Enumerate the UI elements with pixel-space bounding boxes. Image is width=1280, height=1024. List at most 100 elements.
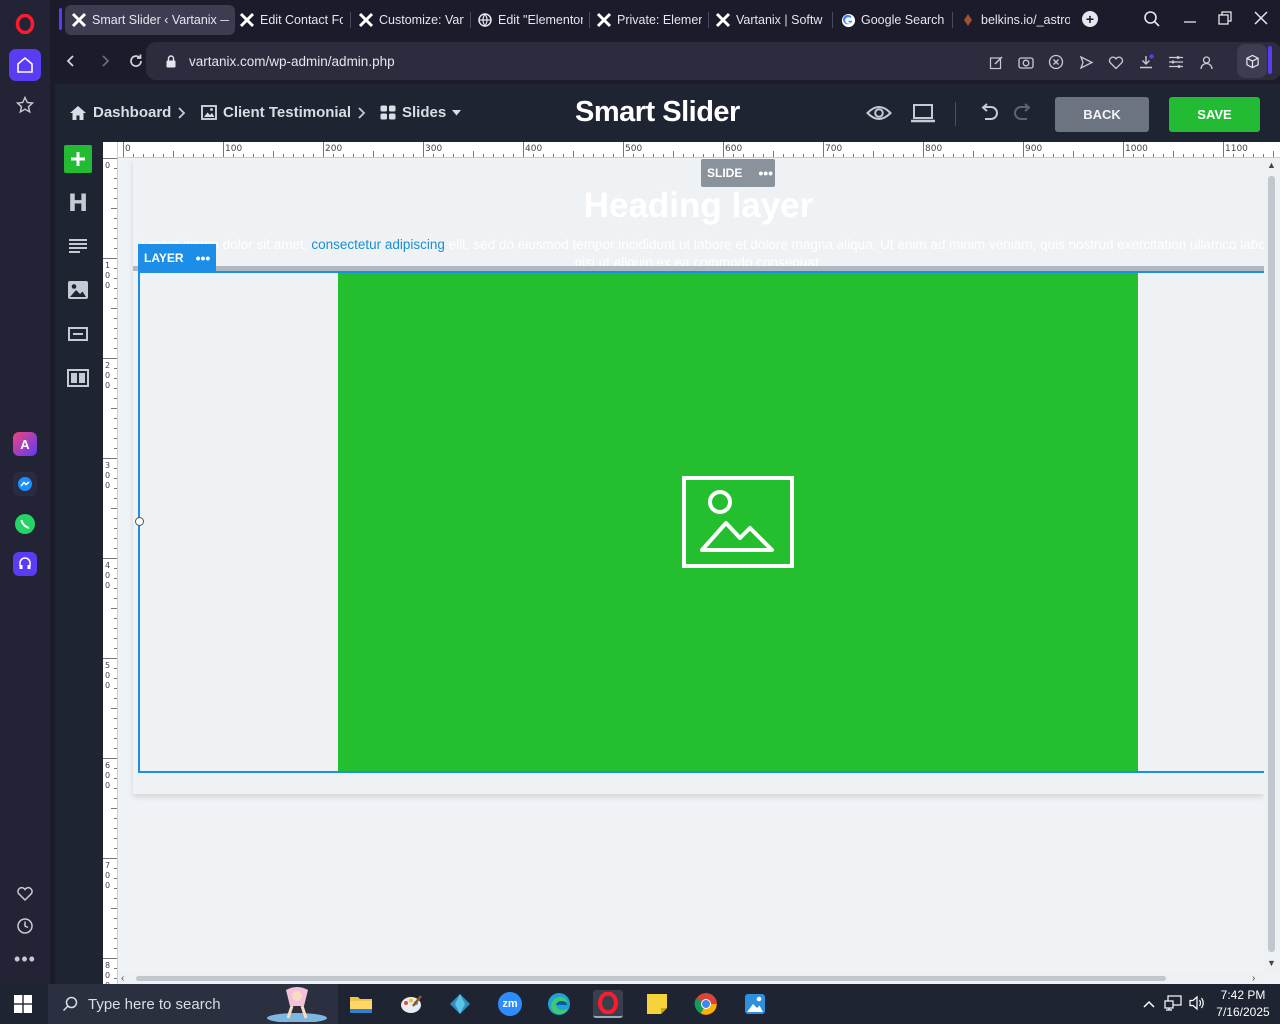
taskbar-clock[interactable]: 7:42 PM 7/16/2025 bbox=[1212, 987, 1274, 1021]
camera-icon[interactable] bbox=[1016, 52, 1036, 72]
scroll-right-arrow-icon[interactable]: › bbox=[1252, 973, 1255, 984]
back-button[interactable]: BACK bbox=[1055, 97, 1149, 132]
ruler-minor-tick bbox=[1243, 154, 1244, 157]
heading-layer[interactable]: Heading layer bbox=[133, 186, 1264, 226]
layer-badge[interactable]: LAYER ••• bbox=[138, 244, 216, 271]
ruler-minor-tick bbox=[543, 154, 544, 157]
sticky-notes-icon[interactable] bbox=[642, 990, 672, 1018]
tab-smart-slider[interactable]: Smart Slider ‹ Vartanix — WordPress bbox=[65, 5, 235, 35]
breadcrumb-dashboard[interactable]: Dashboard bbox=[69, 104, 171, 121]
taskbar-search[interactable]: Type here to search bbox=[48, 984, 338, 1024]
edit-icon[interactable] bbox=[986, 52, 1006, 72]
text-layer-icon[interactable] bbox=[64, 232, 92, 260]
columns-layer-icon[interactable] bbox=[64, 364, 92, 392]
image-layer-icon[interactable] bbox=[64, 276, 92, 304]
app-diamond-icon[interactable] bbox=[445, 990, 475, 1018]
paragraph-link[interactable]: consectetur adipiscing bbox=[311, 237, 445, 252]
scroll-up-arrow-icon[interactable]: ▲ bbox=[1267, 160, 1276, 170]
device-laptop-icon[interactable] bbox=[910, 100, 936, 126]
profile-icon[interactable] bbox=[1196, 52, 1216, 72]
ruler-minor-tick bbox=[1233, 154, 1234, 157]
redo-icon[interactable] bbox=[1010, 100, 1036, 126]
star-icon[interactable] bbox=[9, 89, 41, 121]
tab-search-icon[interactable] bbox=[1143, 10, 1163, 30]
ruler-major-tick bbox=[823, 142, 824, 157]
windows-start-icon[interactable] bbox=[14, 995, 32, 1018]
ruler-minor-tick bbox=[233, 154, 234, 157]
vertical-scroll-thumb[interactable] bbox=[1268, 176, 1275, 952]
ruler-minor-tick bbox=[114, 518, 117, 519]
tab-belkins[interactable]: belkins.io/_astro/ bbox=[954, 5, 1076, 35]
opera-taskbar-icon[interactable] bbox=[593, 990, 623, 1018]
ruler-minor-tick bbox=[1073, 151, 1074, 157]
lock-icon[interactable] bbox=[165, 55, 177, 73]
tab-edit-elementor[interactable]: Edit "Elementor Page" bbox=[471, 5, 589, 35]
aria-icon[interactable]: A bbox=[9, 428, 41, 460]
volume-icon[interactable] bbox=[1188, 995, 1206, 1016]
tab-google-search[interactable]: Google Search bbox=[834, 5, 952, 35]
paragraph-layer[interactable]: Lorem ipsum dolor sit amet, consectetur … bbox=[141, 235, 1271, 255]
preview-eye-icon[interactable] bbox=[866, 100, 892, 126]
slide-badge[interactable]: SLIDE ••• bbox=[701, 159, 775, 187]
undo-icon[interactable] bbox=[976, 100, 1002, 126]
scroll-down-arrow-icon[interactable]: ▼ bbox=[1267, 958, 1276, 968]
reload-icon[interactable] bbox=[125, 50, 147, 72]
vartanix-icon bbox=[715, 12, 731, 28]
tab-private-elementor[interactable]: Private: Elementor bbox=[590, 5, 708, 35]
tab-vartanix-software[interactable]: Vartanix | Software bbox=[709, 5, 829, 35]
restore-icon[interactable] bbox=[1217, 10, 1237, 30]
selected-row-layer[interactable] bbox=[135, 271, 1269, 773]
heart-icon[interactable] bbox=[9, 878, 41, 910]
adblock-icon[interactable] bbox=[1046, 52, 1066, 72]
slide-options-dots-icon[interactable]: ••• bbox=[758, 165, 773, 181]
breadcrumb-slides-dropdown[interactable]: Slides bbox=[380, 104, 462, 121]
scroll-left-arrow-icon[interactable]: ‹ bbox=[121, 973, 124, 984]
close-window-icon[interactable] bbox=[1253, 10, 1273, 30]
edge-browser-icon[interactable] bbox=[544, 990, 574, 1018]
vertical-scrollbar[interactable]: ▲ ▼ bbox=[1264, 158, 1280, 973]
ruler-minor-tick bbox=[613, 154, 614, 157]
tab-customize[interactable]: Customize: Vartanix bbox=[352, 5, 470, 35]
easy-setup-icon[interactable] bbox=[1166, 52, 1186, 72]
ruler-minor-tick bbox=[114, 938, 117, 939]
messenger-icon[interactable] bbox=[9, 468, 41, 500]
ruler-label: 800 bbox=[925, 144, 943, 154]
file-explorer-icon[interactable] bbox=[346, 990, 376, 1018]
history-icon[interactable] bbox=[9, 910, 41, 942]
breadcrumb-client-testimonial[interactable]: Client Testimonial bbox=[201, 104, 351, 121]
minimize-icon[interactable] bbox=[1182, 10, 1202, 30]
heading-layer-icon[interactable]: H bbox=[64, 189, 92, 217]
add-layer-plus-icon[interactable] bbox=[64, 145, 92, 173]
extensions-cube-icon[interactable] bbox=[1237, 44, 1267, 78]
zoom-app-icon[interactable]: zm bbox=[495, 990, 525, 1018]
new-tab-plus-icon[interactable]: + bbox=[1082, 11, 1098, 27]
download-icon[interactable] bbox=[1136, 52, 1156, 72]
layer-options-dots-icon[interactable]: ••• bbox=[196, 250, 211, 266]
tab-edit-contact-form[interactable]: Edit Contact Form bbox=[233, 5, 349, 35]
tab-title: Edit Contact Form bbox=[260, 13, 343, 27]
bookmark-heart-icon[interactable] bbox=[1106, 52, 1126, 72]
button-layer-icon[interactable] bbox=[64, 320, 92, 348]
music-player-icon[interactable] bbox=[9, 548, 41, 580]
opera-logo-icon[interactable] bbox=[9, 8, 41, 40]
whatsapp-icon[interactable] bbox=[9, 508, 41, 540]
resize-handle[interactable] bbox=[135, 517, 144, 526]
more-icon[interactable]: ••• bbox=[9, 943, 41, 975]
ruler-minor-tick bbox=[513, 154, 514, 157]
tray-chevron-up-icon[interactable] bbox=[1142, 996, 1156, 1014]
horizontal-scrollbar[interactable]: ‹ › bbox=[118, 973, 1264, 984]
chrome-icon[interactable] bbox=[691, 990, 721, 1018]
send-icon[interactable] bbox=[1076, 52, 1096, 72]
save-button[interactable]: SAVE bbox=[1169, 97, 1260, 132]
url-field[interactable]: vartanix.com/wp-admin/admin.php bbox=[146, 42, 1280, 80]
image-placeholder[interactable] bbox=[338, 273, 1138, 771]
forward-nav-icon[interactable] bbox=[94, 50, 116, 72]
ruler-minor-tick bbox=[1263, 154, 1264, 157]
horizontal-scroll-thumb[interactable] bbox=[136, 976, 1166, 981]
opera-sidebar: A ••• bbox=[0, 0, 50, 984]
home-icon[interactable] bbox=[9, 49, 41, 81]
network-icon[interactable] bbox=[1164, 995, 1182, 1016]
back-nav-icon[interactable] bbox=[60, 50, 82, 72]
photos-app-icon[interactable] bbox=[740, 990, 770, 1018]
paint-app-icon[interactable] bbox=[396, 990, 426, 1018]
